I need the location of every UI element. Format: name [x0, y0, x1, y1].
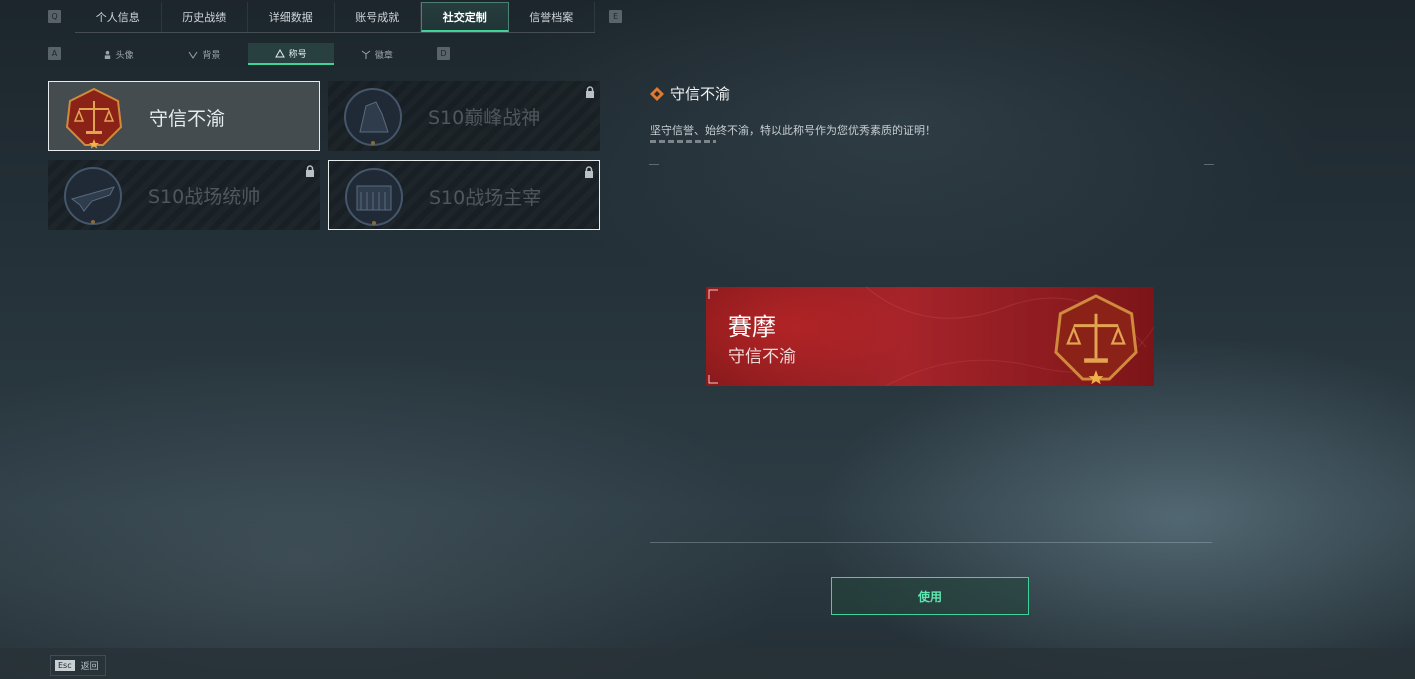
back-button[interactable]: Esc 返回 [50, 655, 106, 676]
tab-reputation[interactable]: 信誉档案 [509, 2, 595, 32]
title-card-label: S10战场统帅 [148, 185, 261, 208]
bottom-bar [0, 648, 1415, 679]
corner-mark [649, 164, 659, 173]
esc-key-hint: Esc [55, 660, 75, 671]
lock-icon [306, 165, 314, 177]
subtab-title-label: 称号 [288, 49, 307, 60]
key-hint-a: A [48, 47, 61, 60]
sub-tabs: 头像 背景 称号 徽章 [75, 43, 420, 65]
title-card-honor[interactable]: 守信不渝 [48, 81, 320, 151]
lock-icon [586, 86, 594, 98]
tab-social-custom[interactable]: 社交定制 [421, 2, 509, 32]
person-icon [104, 50, 110, 59]
aircraft-emblem-icon [64, 167, 122, 225]
badge-icon [361, 50, 371, 59]
triangle-icon [274, 48, 285, 57]
title-preview-banner: 賽摩 守信不渝 [706, 287, 1154, 386]
back-label: 返回 [80, 662, 99, 672]
subtab-background[interactable]: 背景 [161, 43, 247, 65]
soldier-emblem-icon [344, 88, 402, 146]
key-hint-q: Q [48, 10, 61, 23]
top-tabs: 个人信息 历史战绩 详细数据 账号成就 社交定制 信誉档案 [75, 2, 595, 33]
title-card-label: S10战场主宰 [429, 186, 542, 209]
title-card-s10-commander[interactable]: S10战场统帅 [48, 160, 320, 230]
detail-title-text: 守信不渝 [670, 85, 731, 103]
key-hint-d: D [437, 47, 450, 60]
subtab-title[interactable]: 称号 [247, 43, 334, 65]
detail-title: 守信不渝 [650, 83, 730, 104]
tab-personal-info[interactable]: 个人信息 [75, 2, 162, 32]
diamond-icon [650, 86, 664, 101]
subtab-badge[interactable]: 徽章 [334, 43, 420, 65]
use-button[interactable]: 使用 [831, 577, 1029, 615]
frame-icon [188, 51, 198, 59]
title-card-s10-dominator[interactable]: S10战场主宰 [328, 160, 600, 230]
key-hint-e: E [609, 10, 622, 23]
subtab-avatar[interactable]: 头像 [75, 43, 161, 65]
title-card-s10-god[interactable]: S10巅峰战神 [328, 81, 600, 151]
colosseum-emblem-icon [345, 168, 403, 226]
subtab-background-label: 背景 [202, 50, 221, 61]
tab-history[interactable]: 历史战绩 [162, 2, 248, 32]
preview-player-name: 賽摩 [728, 313, 776, 341]
detail-description: 坚守信誉、始终不渝，特以此称号作为您优秀素质的证明！ [650, 124, 936, 137]
scales-emblem-icon [65, 87, 123, 149]
subtab-badge-label: 徽章 [374, 50, 393, 61]
title-card-label: S10巅峰战神 [428, 106, 541, 129]
lock-icon [585, 166, 593, 178]
detail-divider [650, 542, 1212, 543]
subtab-avatar-label: 头像 [115, 50, 134, 61]
tab-detailed-data[interactable]: 详细数据 [248, 2, 335, 32]
title-card-label: 守信不渝 [149, 107, 226, 130]
tab-achievements[interactable]: 账号成就 [335, 2, 421, 32]
preview-title: 守信不渝 [728, 347, 796, 367]
corner-mark [1204, 164, 1214, 173]
description-underline [650, 140, 716, 143]
scales-emblem-icon [1054, 294, 1138, 385]
